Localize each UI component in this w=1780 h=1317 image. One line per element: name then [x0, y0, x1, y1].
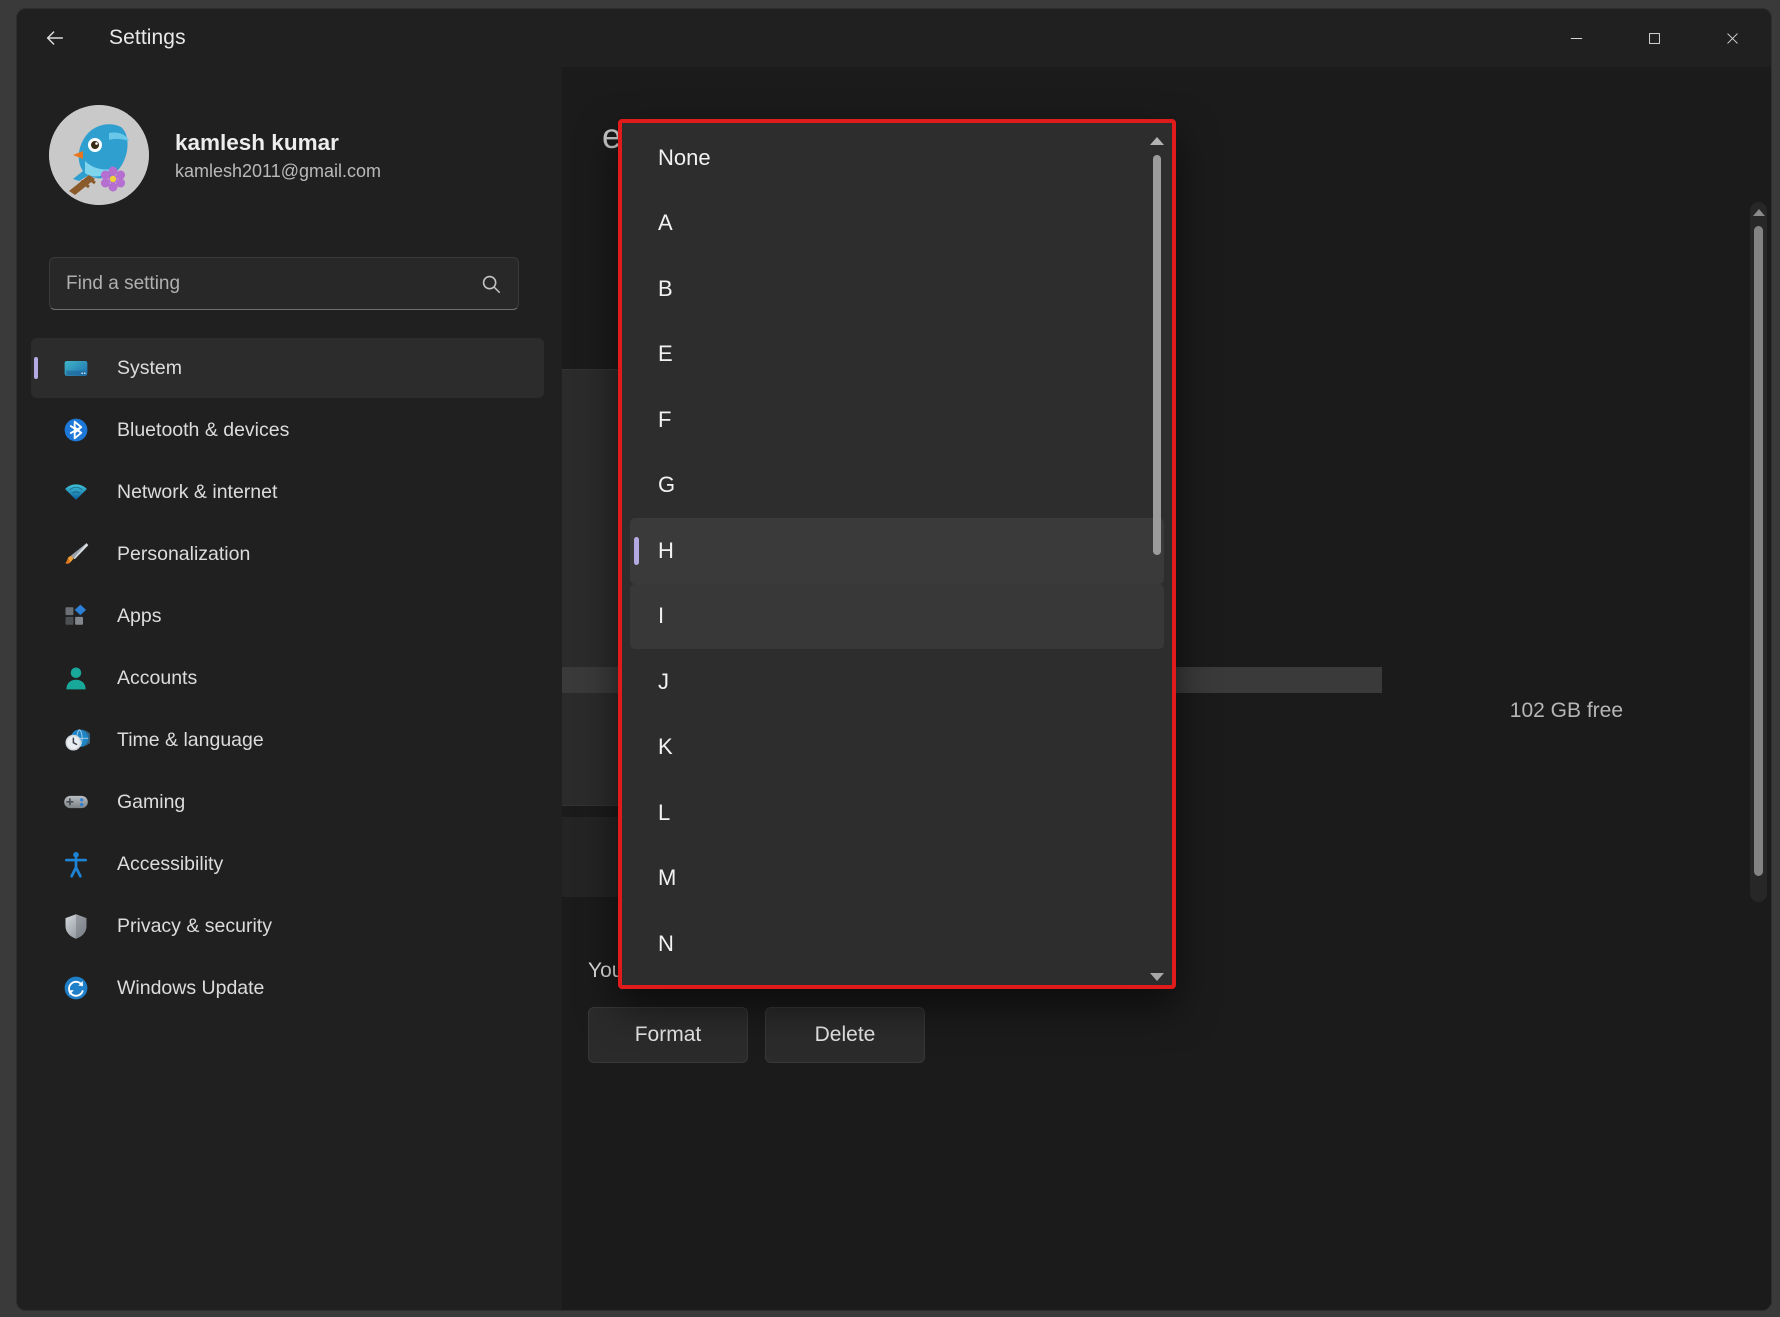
scroll-up-arrow-icon[interactable]	[1150, 137, 1164, 145]
dropdown-option-a[interactable]: A	[630, 191, 1164, 257]
close-button[interactable]	[1693, 9, 1771, 67]
sidebar-item-apps[interactable]: Apps	[31, 586, 544, 646]
back-button[interactable]	[29, 17, 81, 59]
sidebar-item-privacy-security[interactable]: Privacy & security	[31, 896, 544, 956]
dropdown-option-label: F	[658, 406, 672, 432]
update-refresh-icon	[61, 973, 91, 1003]
monitor-icon	[61, 353, 91, 383]
clock-globe-icon	[61, 725, 91, 755]
search-icon[interactable]	[480, 273, 502, 295]
dropdown-option-k[interactable]: K	[630, 715, 1164, 781]
apps-grid-icon	[61, 601, 91, 631]
window-controls	[1537, 9, 1771, 67]
dropdown-option-f[interactable]: F	[630, 387, 1164, 453]
delete-button[interactable]: Delete	[765, 1007, 925, 1063]
dropdown-option-label: B	[658, 275, 673, 301]
dropdown-option-m[interactable]: M	[630, 846, 1164, 912]
volume-actions-buttons: Format Delete	[588, 1007, 925, 1063]
sidebar-item-label: Time & language	[117, 728, 264, 751]
sidebar-item-label: Bluetooth & devices	[117, 418, 290, 441]
dropdown-list[interactable]: None A B E F G H I J K L M N	[624, 125, 1170, 983]
dropdown-scrollbar[interactable]	[1150, 129, 1164, 985]
dropdown-option-label: M	[658, 865, 677, 891]
dropdown-option-label: N	[658, 930, 674, 956]
dropdown-option-l[interactable]: L	[630, 780, 1164, 846]
gamepad-icon	[61, 787, 91, 817]
title-bar: Settings	[17, 9, 1771, 67]
sidebar-item-label: Accounts	[117, 666, 198, 689]
sidebar-item-label: Windows Update	[117, 976, 265, 999]
dropdown-option-label: E	[658, 341, 673, 367]
minimize-button[interactable]	[1537, 9, 1615, 67]
sidebar-item-label: Accessibility	[117, 852, 224, 875]
dropdown-option-label: J	[658, 668, 669, 694]
dropdown-option-h[interactable]: H	[630, 518, 1164, 584]
paintbrush-icon	[61, 539, 91, 569]
sidebar-item-windows-update[interactable]: Windows Update	[31, 958, 544, 1018]
wifi-icon	[61, 477, 91, 507]
dropdown-option-none[interactable]: None	[630, 125, 1164, 191]
main-scrollbar-thumb[interactable]	[1754, 226, 1763, 876]
dropdown-option-n[interactable]: N	[630, 911, 1164, 977]
account-header[interactable]: kamlesh kumar kamlesh2011@gmail.com	[17, 67, 562, 205]
dropdown-option-label: K	[658, 734, 673, 760]
sidebar: kamlesh kumar kamlesh2011@gmail.com Syst…	[17, 67, 562, 1310]
search-input[interactable]	[66, 272, 480, 295]
storage-free-label: 102 GB free	[1509, 699, 1623, 722]
dropdown-option-label: A	[658, 210, 673, 236]
dropdown-option-label: None	[658, 144, 711, 170]
sidebar-nav: System Bluetooth & devices Network & inter…	[17, 338, 562, 1018]
main-scrollbar[interactable]	[1750, 202, 1767, 902]
sidebar-item-label: Gaming	[117, 790, 186, 813]
account-email: kamlesh2011@gmail.com	[175, 160, 382, 181]
dropdown-option-i[interactable]: I	[630, 583, 1164, 649]
sidebar-item-accessibility[interactable]: Accessibility	[31, 834, 544, 894]
dropdown-scrollbar-thumb[interactable]	[1153, 155, 1161, 555]
sidebar-item-accounts[interactable]: Accounts	[31, 648, 544, 708]
settings-window: es › New Volume (D:) ne 102 GB free You …	[16, 8, 1772, 1311]
sidebar-item-network-internet[interactable]: Network & internet	[31, 462, 544, 522]
dropdown-option-e[interactable]: E	[630, 322, 1164, 388]
maximize-button[interactable]	[1615, 9, 1693, 67]
dropdown-option-j[interactable]: J	[630, 649, 1164, 715]
sidebar-item-time-language[interactable]: Time & language	[31, 710, 544, 770]
sidebar-item-label: Apps	[117, 604, 162, 627]
scroll-up-arrow-icon[interactable]	[1752, 209, 1765, 216]
account-name: kamlesh kumar	[175, 130, 339, 156]
format-button[interactable]: Format	[588, 1007, 748, 1063]
person-icon	[61, 663, 91, 693]
avatar[interactable]	[49, 105, 149, 205]
dropdown-option-label: H	[658, 537, 674, 563]
sidebar-item-label: System	[117, 356, 183, 379]
dropdown-option-label: G	[658, 472, 676, 498]
shield-icon	[61, 911, 91, 941]
sidebar-item-bluetooth-devices[interactable]: Bluetooth & devices	[31, 400, 544, 460]
desktop-backdrop: es › New Volume (D:) ne 102 GB free You …	[0, 0, 1780, 1317]
dropdown-option-label: L	[658, 799, 671, 825]
app-title: Settings	[109, 26, 186, 49]
drive-letter-dropdown-flyout[interactable]: None A B E F G H I J K L M N	[618, 119, 1176, 989]
bluetooth-icon	[61, 415, 91, 445]
dropdown-option-b[interactable]: B	[630, 256, 1164, 322]
scroll-down-arrow-icon[interactable]	[1150, 973, 1164, 981]
dropdown-option-g[interactable]: G	[630, 453, 1164, 519]
sidebar-item-label: Privacy & security	[117, 914, 272, 937]
accessibility-person-icon	[61, 849, 91, 879]
dropdown-option-label: I	[658, 603, 665, 629]
account-text: kamlesh kumar kamlesh2011@gmail.com	[175, 128, 381, 181]
sidebar-item-gaming[interactable]: Gaming	[31, 772, 544, 832]
search-box[interactable]	[49, 257, 519, 310]
sidebar-item-system[interactable]: System	[31, 338, 544, 398]
sidebar-item-personalization[interactable]: Personalization	[31, 524, 544, 584]
sidebar-item-label: Network & internet	[117, 480, 278, 503]
sidebar-item-label: Personalization	[117, 542, 251, 565]
